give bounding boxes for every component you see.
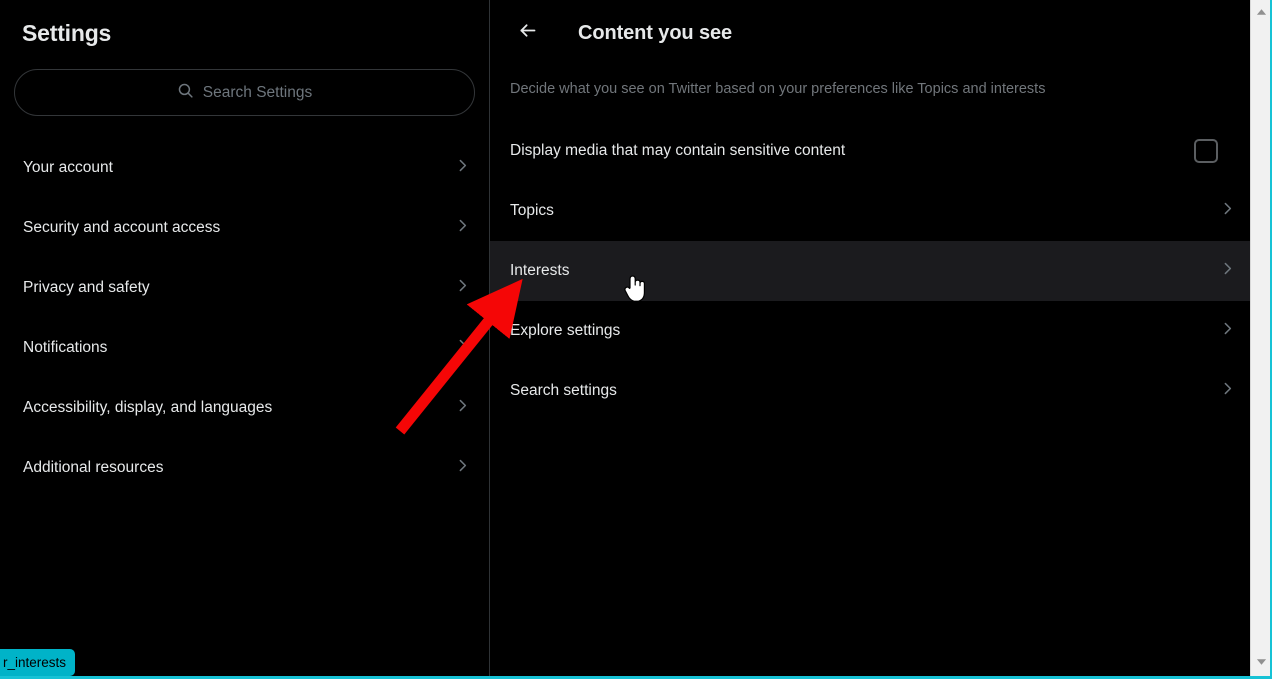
chevron-right-icon: [1219, 320, 1236, 342]
detail-description: Decide what you see on Twitter based on …: [510, 81, 1046, 97]
sidebar-item-label: Additional resources: [23, 459, 164, 476]
settings-rows: Display media that may contain sensitive…: [490, 121, 1250, 421]
scrollbar-thumb[interactable]: [1253, 22, 1269, 652]
sidebar-item-your-account[interactable]: Your account: [0, 138, 489, 198]
row-label: Display media that may contain sensitive…: [510, 141, 846, 159]
sidebar-item-notifications[interactable]: Notifications: [0, 318, 489, 378]
page-viewport: Settings Search Settings Your account Se…: [0, 0, 1250, 679]
row-topics[interactable]: Topics: [490, 181, 1250, 241]
scroll-down-arrow-icon[interactable]: [1251, 653, 1271, 671]
chevron-right-icon: [1219, 200, 1236, 222]
sidebar-item-label: Privacy and safety: [23, 279, 150, 296]
scroll-up-arrow-icon[interactable]: [1251, 3, 1271, 21]
row-label: Interests: [510, 261, 570, 279]
row-display-sensitive-media[interactable]: Display media that may contain sensitive…: [490, 121, 1250, 181]
sensitive-content-checkbox[interactable]: [1194, 138, 1218, 163]
row-search-settings[interactable]: Search settings: [490, 361, 1250, 421]
status-tooltip-text: r_interests: [3, 655, 67, 670]
chevron-right-icon: [1219, 380, 1236, 402]
detail-header: Content you see: [490, 0, 1250, 66]
detail-title: Content you see: [578, 21, 733, 44]
status-tooltip: r_interests: [0, 649, 76, 676]
back-button[interactable]: [510, 16, 544, 50]
back-arrow-icon: [517, 20, 538, 46]
chevron-right-icon: [454, 457, 471, 479]
search-input[interactable]: Search Settings: [14, 69, 475, 116]
chevron-right-icon: [454, 397, 471, 419]
sidebar-item-label: Your account: [23, 159, 113, 176]
search-settings-container: Search Settings: [0, 47, 489, 116]
sidebar-item-security-and-account-access[interactable]: Security and account access: [0, 198, 489, 258]
chevron-right-icon: [454, 157, 471, 179]
vertical-scrollbar[interactable]: [1250, 0, 1270, 676]
sidebar-item-accessibility-display-and-languages[interactable]: Accessibility, display, and languages: [0, 378, 489, 438]
content-you-see-panel: Content you see Decide what you see on T…: [490, 0, 1250, 679]
row-label: Search settings: [510, 381, 617, 399]
page-title: Settings: [22, 20, 112, 46]
sidebar-item-label: Notifications: [23, 339, 108, 356]
sidebar-item-label: Security and account access: [23, 219, 221, 236]
chevron-right-icon: [1219, 260, 1236, 282]
row-explore-settings[interactable]: Explore settings: [490, 301, 1250, 361]
chevron-right-icon: [454, 277, 471, 299]
search-icon: [177, 82, 194, 104]
sidebar-item-label: Accessibility, display, and languages: [23, 399, 273, 416]
settings-nav-list: Your account Security and account access…: [0, 138, 489, 498]
sidebar-item-privacy-and-safety[interactable]: Privacy and safety: [0, 258, 489, 318]
chevron-right-icon: [454, 337, 471, 359]
settings-sidebar: Settings Search Settings Your account Se…: [0, 0, 490, 679]
row-interests[interactable]: Interests: [490, 240, 1250, 301]
chevron-right-icon: [454, 217, 471, 239]
twitter-settings-window: Settings Search Settings Your account Se…: [0, 0, 1272, 679]
search-placeholder: Search Settings: [202, 83, 313, 101]
sidebar-item-additional-resources[interactable]: Additional resources: [0, 438, 489, 498]
row-label: Topics: [510, 201, 554, 219]
row-label: Explore settings: [510, 321, 621, 339]
